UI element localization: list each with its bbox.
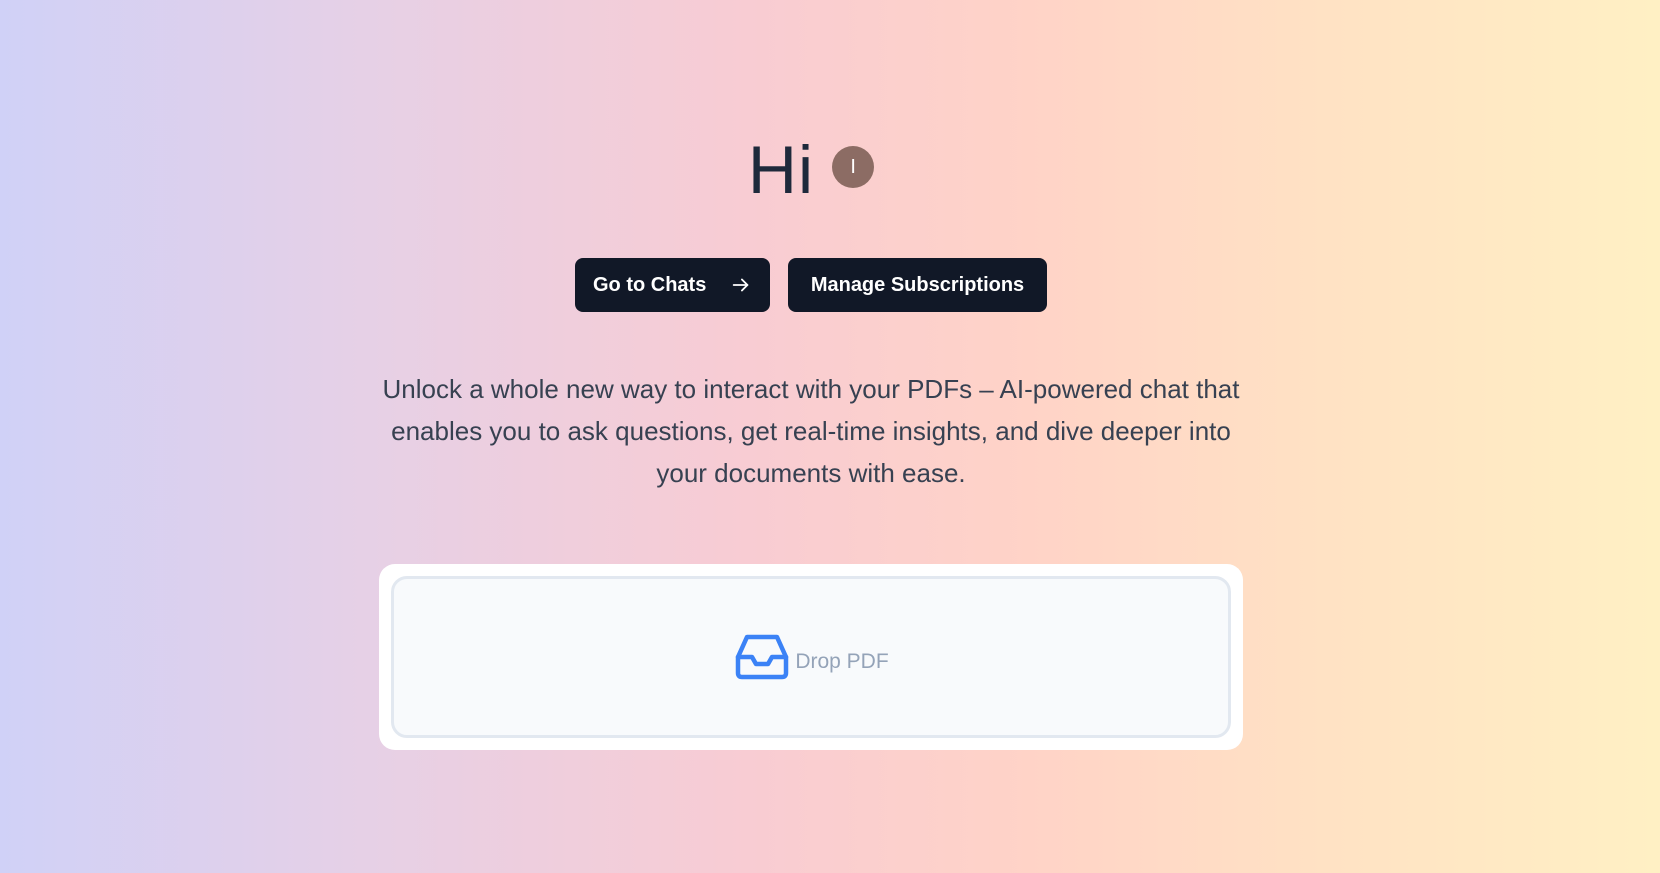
- inbox-icon: [733, 633, 791, 681]
- drop-pdf-label: Drop PDF: [795, 650, 889, 673]
- page-title: Hi: [747, 132, 815, 208]
- user-avatar[interactable]: I: [832, 146, 875, 188]
- description-block: Unlock a whole new way to interact with …: [0, 368, 1622, 494]
- go-to-chats-button[interactable]: Go to Chats: [575, 258, 770, 312]
- go-to-chats-label: Go to Chats: [593, 273, 707, 296]
- pdf-dropzone[interactable]: Drop PDF: [391, 576, 1231, 738]
- description-text: Unlock a whole new way to interact with …: [382, 374, 1240, 488]
- arrow-right-icon: [730, 274, 752, 296]
- manage-subscriptions-label: Manage Subscriptions: [810, 273, 1025, 296]
- manage-subscriptions-button[interactable]: Manage Subscriptions: [788, 258, 1047, 312]
- upload-card: Drop PDF: [379, 564, 1243, 750]
- greeting-row: Hi I: [0, 130, 1622, 210]
- hero-section: Hi I Go to Chats Manage Subscriptions Un…: [0, 0, 1660, 873]
- action-buttons: Go to Chats Manage Subscriptions: [0, 258, 1622, 312]
